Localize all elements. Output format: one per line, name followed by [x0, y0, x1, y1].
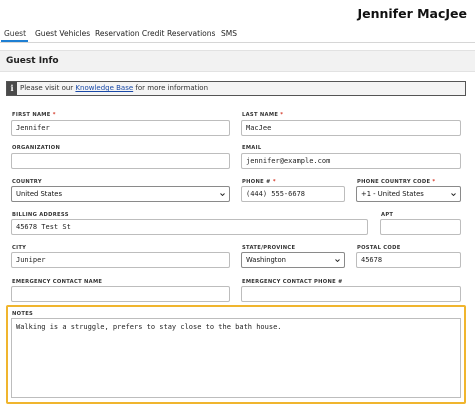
organization-field[interactable] — [11, 153, 230, 169]
apt-field[interactable] — [380, 219, 461, 235]
phone-country-code-select[interactable]: +1 - United States — [356, 186, 461, 202]
emergency-contact-phone-label: EMERGENCY CONTACT PHONE # — [242, 279, 343, 285]
info-banner-prefix: Please visit our — [20, 84, 74, 92]
country-value: United States — [16, 190, 63, 198]
tab-bar: Guest Guest Vehicles Reservation Credit … — [0, 25, 475, 43]
state-value: Washington — [246, 256, 286, 264]
tab-reservation-credit[interactable]: Reservation Credit — [95, 29, 164, 38]
notes-textarea[interactable]: Walking is a struggle, prefers to stay c… — [11, 318, 461, 398]
section-header: Guest Info — [0, 50, 475, 72]
tab-guest[interactable]: Guest — [4, 29, 26, 38]
info-banner: i Please visit our Knowledge Base for mo… — [6, 81, 466, 96]
tab-sms[interactable]: SMS — [221, 29, 237, 38]
chevron-down-icon — [220, 193, 225, 197]
phone-country-code-value: +1 - United States — [361, 190, 424, 198]
email-field[interactable]: jennifer@example.com — [241, 153, 461, 169]
last-name-field[interactable]: MacJee — [241, 120, 461, 136]
emergency-contact-phone-field[interactable] — [241, 286, 461, 302]
guest-name-title: Jennifer MacJee — [357, 6, 467, 21]
country-select[interactable]: United States — [11, 186, 230, 202]
active-tab-indicator — [1, 40, 28, 42]
phone-field[interactable]: (444) 555-6678 — [241, 186, 345, 202]
city-field[interactable]: Juniper — [11, 252, 230, 268]
country-label: COUNTRY — [12, 179, 42, 185]
billing-address-field[interactable]: 45678 Test St — [11, 219, 368, 235]
emergency-contact-name-label: EMERGENCY CONTACT NAME — [12, 279, 103, 285]
city-label: CITY — [12, 245, 27, 251]
tab-guest-vehicles[interactable]: Guest Vehicles — [35, 29, 90, 38]
phone-country-code-label: PHONE COUNTRY CODE * — [357, 179, 436, 185]
chevron-down-icon — [335, 259, 340, 263]
chevron-down-icon — [451, 193, 456, 197]
first-name-label: FIRST NAME * — [12, 112, 56, 118]
info-icon: i — [7, 82, 17, 95]
postal-code-label: POSTAL CODE — [357, 245, 401, 251]
apt-label: APT — [381, 212, 394, 218]
tab-reservations[interactable]: Reservations — [167, 29, 215, 38]
info-banner-text: Please visit our Knowledge Base for more… — [20, 84, 208, 92]
notes-label: NOTES — [12, 311, 34, 317]
emergency-contact-name-field[interactable] — [11, 286, 230, 302]
organization-label: ORGANIZATION — [12, 145, 61, 151]
first-name-field[interactable]: Jennifer — [11, 120, 230, 136]
knowledge-base-link[interactable]: Knowledge Base — [75, 84, 133, 92]
state-select[interactable]: Washington — [241, 252, 345, 268]
info-banner-suffix: for more information — [135, 84, 209, 92]
billing-address-label: BILLING ADDRESS — [12, 212, 69, 218]
email-label: EMAIL — [242, 145, 262, 151]
postal-code-field[interactable]: 45678 — [356, 252, 461, 268]
section-title: Guest Info — [6, 56, 59, 66]
state-label: STATE/PROVINCE — [242, 245, 296, 251]
last-name-label: LAST NAME * — [242, 112, 284, 118]
phone-label: PHONE # * — [242, 179, 276, 185]
